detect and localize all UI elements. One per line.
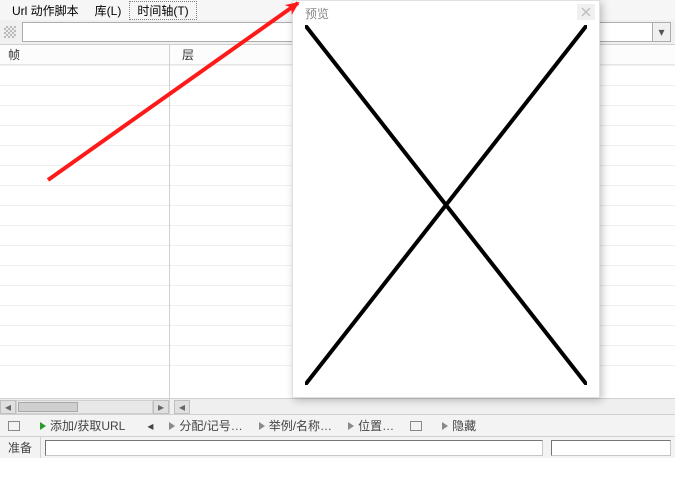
status-field-1	[45, 440, 543, 456]
scroll-right-button[interactable]: ▸	[153, 400, 169, 414]
tool-icon-placeholder[interactable]	[4, 26, 16, 38]
frames-panel-header: 帧	[0, 45, 169, 65]
play-icon	[40, 422, 46, 430]
scroll-track[interactable]	[16, 400, 153, 414]
triangle-icon	[169, 422, 175, 430]
triangle-icon	[348, 422, 354, 430]
status-ready: 准备	[0, 437, 41, 458]
scroll-thumb[interactable]	[18, 402, 78, 412]
action-example[interactable]: 举例/名称…	[251, 417, 340, 434]
layers-footer: ◂	[170, 398, 675, 414]
action-hide[interactable]: 隐藏	[434, 417, 484, 434]
action-bar: 添加/获取URL ◂ 分配/记号… 举例/名称… 位置… 隐藏	[0, 414, 675, 436]
action-label: 位置…	[358, 417, 394, 434]
menu-url-action-script[interactable]: Url 动作脚本	[4, 1, 87, 20]
action-nav-left[interactable]: ◂	[139, 419, 161, 433]
chevron-left-icon: ◂	[5, 400, 11, 414]
chevron-down-icon: ▾	[658, 25, 664, 39]
action-segment-icon[interactable]	[0, 421, 32, 431]
preview-title: 预览	[305, 5, 329, 22]
menu-library[interactable]: 库(L)	[87, 1, 130, 20]
rect-icon	[410, 421, 422, 431]
status-bar: 准备	[0, 436, 675, 458]
preview-popup: 预览	[292, 0, 600, 398]
frames-list[interactable]	[0, 65, 169, 383]
chevron-right-icon: ▸	[158, 400, 164, 414]
menu-timeline[interactable]: 时间轴(T)	[129, 1, 196, 20]
status-text: 准备	[8, 439, 32, 456]
triangle-icon	[442, 422, 448, 430]
action-rect[interactable]	[402, 421, 434, 431]
action-label: 添加/获取URL	[50, 417, 125, 434]
menu-label: Url 动作脚本	[12, 4, 79, 18]
segment-icon	[8, 421, 20, 431]
address-combo-dropdown-button[interactable]: ▾	[652, 23, 670, 41]
triangle-icon	[259, 422, 265, 430]
layers-scroll-left[interactable]: ◂	[174, 400, 190, 414]
action-label: 隐藏	[452, 417, 476, 434]
action-assign[interactable]: 分配/记号…	[161, 417, 250, 434]
chevron-left-icon: ◂	[179, 400, 185, 414]
frames-panel: 帧 ◂ ▸	[0, 44, 170, 414]
scroll-left-button[interactable]: ◂	[0, 400, 16, 414]
preview-close-button[interactable]	[577, 4, 595, 20]
action-position[interactable]: 位置…	[340, 417, 402, 434]
close-icon	[581, 7, 591, 17]
status-fill	[41, 437, 675, 458]
preview-x-graphic	[305, 25, 587, 385]
action-add-get-url[interactable]: 添加/获取URL	[32, 417, 133, 434]
status-field-2	[551, 440, 671, 456]
menu-label: 库(L)	[95, 4, 122, 18]
frames-scrollbar[interactable]: ◂ ▸	[0, 398, 169, 414]
menu-label: 时间轴(T)	[137, 4, 188, 18]
chevron-left-icon: ◂	[147, 419, 153, 433]
action-label: 分配/记号…	[179, 417, 242, 434]
action-label: 举例/名称…	[269, 417, 332, 434]
preview-canvas	[305, 25, 587, 385]
